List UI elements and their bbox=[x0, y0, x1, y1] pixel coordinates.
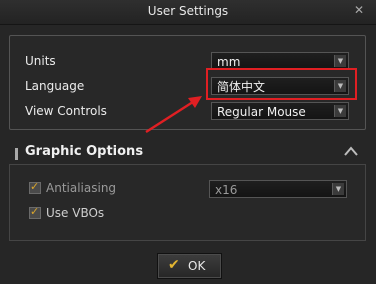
antialiasing-label: Antialiasing bbox=[46, 181, 117, 195]
use-vbos-label: Use VBOs bbox=[46, 206, 105, 220]
section-marker bbox=[15, 148, 18, 160]
check-icon: ✓ bbox=[30, 180, 40, 193]
view-controls-label: View Controls bbox=[25, 104, 107, 118]
check-icon: ✓ bbox=[30, 205, 40, 218]
graphic-options-panel: ✓ Antialiasing x16 ▼ ✓ Use VBOs bbox=[9, 164, 366, 241]
graphic-options-header[interactable]: Graphic Options bbox=[9, 140, 364, 164]
chevron-up-icon[interactable] bbox=[343, 145, 359, 157]
antialiasing-checkbox[interactable]: ✓ bbox=[29, 180, 41, 194]
antialiasing-value: x16 bbox=[215, 183, 238, 197]
view-controls-dropdown[interactable]: Regular Mouse ▼ bbox=[211, 102, 349, 120]
view-controls-value: Regular Mouse bbox=[217, 105, 306, 119]
ok-label: OK bbox=[188, 259, 206, 273]
check-icon: ✔ bbox=[168, 257, 180, 273]
use-vbos-checkbox[interactable]: ✓ bbox=[29, 205, 41, 219]
arrow-annotation-icon bbox=[145, 96, 202, 134]
section-title: Graphic Options bbox=[25, 144, 144, 159]
units-value: mm bbox=[217, 55, 241, 69]
chevron-down-icon: ▼ bbox=[334, 55, 346, 67]
language-highlight-box bbox=[206, 68, 357, 100]
chevron-down-icon: ▼ bbox=[332, 183, 344, 195]
units-label: Units bbox=[25, 54, 56, 68]
antialiasing-dropdown[interactable]: x16 ▼ bbox=[209, 180, 347, 198]
ok-button[interactable]: ✔ OK bbox=[157, 253, 222, 279]
title-bar: User Settings ✕ bbox=[0, 0, 376, 25]
chevron-down-icon: ▼ bbox=[334, 105, 346, 117]
language-label: Language bbox=[25, 79, 85, 93]
window-title: User Settings bbox=[147, 4, 229, 18]
close-icon[interactable]: ✕ bbox=[352, 3, 366, 17]
